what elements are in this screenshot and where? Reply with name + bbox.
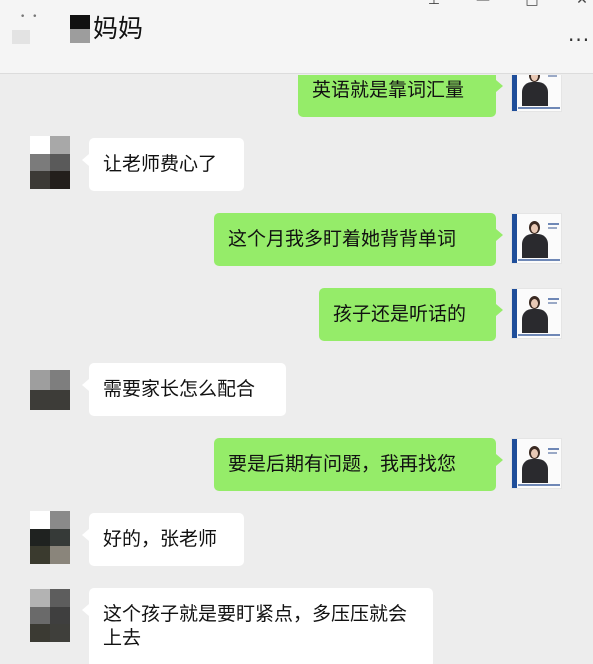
self-avatar[interactable] <box>511 438 562 489</box>
close-icon[interactable]: ✕ <box>571 0 593 8</box>
message-bubble-contact[interactable]: 好的，张老师 <box>82 513 244 566</box>
self-avatar[interactable] <box>511 213 562 264</box>
self-avatar[interactable] <box>511 75 562 112</box>
chat-title-area[interactable]: 妈妈 <box>70 14 143 44</box>
contact-avatar[interactable] <box>30 511 70 564</box>
message-text: 这个月我多盯着她背背单词 <box>228 228 457 250</box>
contact-avatar[interactable] <box>30 136 70 189</box>
message-text: 让老师费心了 <box>103 153 218 175</box>
message-text: 这个孩子就是要盯紧点，多压压就会上去 <box>103 603 408 649</box>
message-bubble-self[interactable]: 英语就是靠词汇量 <box>298 75 503 117</box>
contact-mini-avatar <box>70 15 90 43</box>
message-bubble-contact[interactable]: 这个孩子就是要盯紧点，多压压就会上去 <box>82 588 433 664</box>
message-text: 孩子还是听话的 <box>333 303 467 325</box>
message-bubble-self[interactable]: 要是后期有问题，我再找您 <box>214 438 503 491</box>
message-text: 需要家长怎么配合 <box>103 378 256 400</box>
maximize-icon[interactable]: □ <box>521 0 543 8</box>
message-text: 要是后期有问题，我再找您 <box>228 453 457 475</box>
message-text: 好的，张老师 <box>103 528 218 550</box>
message-bubble-contact[interactable]: 需要家长怎么配合 <box>82 363 286 416</box>
chat-title: 妈妈 <box>93 14 144 43</box>
self-avatar[interactable] <box>511 288 562 339</box>
minimize-icon[interactable]: — <box>472 0 494 8</box>
chat-header: • • 妈妈 ⊥ — □ ✕ ··· <box>0 0 593 74</box>
pin-icon[interactable]: ⊥ <box>423 0 445 8</box>
message-bubble-self[interactable]: 这个月我多盯着她背背单词 <box>214 213 503 266</box>
message-list[interactable]: 英语就是靠词汇量 让老师费心了 这个月我多盯着她背背单词 孩子还是听话的 需要家… <box>0 75 593 664</box>
message-text: 英语就是靠词汇量 <box>312 79 465 101</box>
message-bubble-contact[interactable]: 让老师费心了 <box>82 138 244 191</box>
contact-avatar[interactable] <box>30 589 70 642</box>
ellipsis-icon[interactable]: ··· <box>568 28 590 52</box>
contact-list-icon[interactable] <box>12 30 30 44</box>
message-bubble-self[interactable]: 孩子还是听话的 <box>319 288 503 341</box>
contact-avatar[interactable] <box>30 370 70 410</box>
drag-dots-icon: • • <box>20 12 40 22</box>
